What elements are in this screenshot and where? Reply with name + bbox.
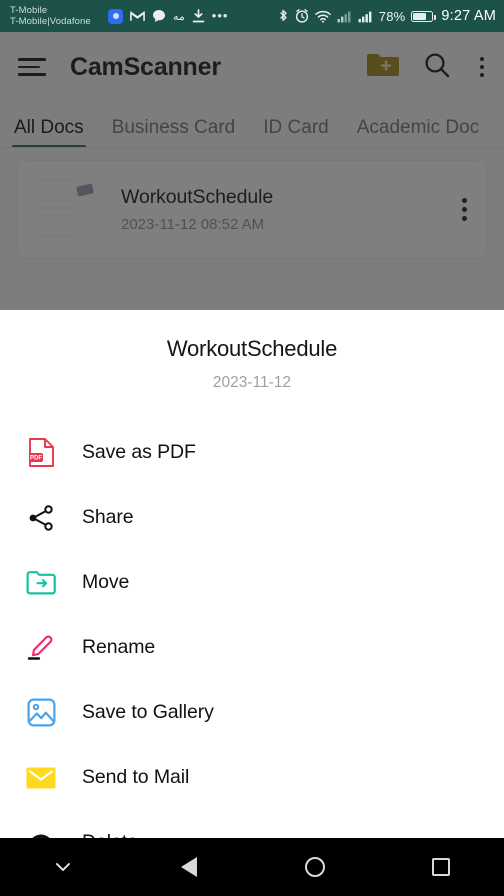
phone-screen: T-Mobile T-Mobile|Vodafone مه ••• 78% 9:…	[0, 0, 504, 896]
sheet-subtitle: 2023-11-12	[212, 374, 292, 391]
tab-label: All Docs	[14, 117, 84, 138]
envelope-mail-icon	[22, 761, 60, 795]
chevron-down-icon	[56, 863, 70, 871]
menu-item-save-to-gallery[interactable]: Save to Gallery	[0, 680, 504, 745]
document-thumbnail	[29, 173, 101, 245]
page-title: CamScanner	[70, 52, 221, 81]
tab-label: Business Card	[111, 117, 236, 138]
wifi-icon	[315, 10, 331, 23]
recents-button[interactable]	[378, 858, 504, 876]
home-button[interactable]	[252, 857, 378, 877]
document-overflow-icon[interactable]	[456, 192, 473, 227]
tab-all-docs[interactable]: All Docs	[12, 117, 86, 148]
home-circle-icon	[305, 857, 325, 877]
tab-bar: All Docs Business Card ID Card Academic …	[0, 102, 504, 148]
sheet-menu: PDF Save as PDF Share Move Rename Save t…	[0, 420, 504, 838]
share-icon	[22, 501, 60, 535]
arabic-app-icon: مه	[173, 10, 185, 23]
folder-plus-icon[interactable]	[366, 51, 400, 84]
document-datetime: 2023-11-12 08:52 AM	[121, 215, 265, 233]
menu-item-send-to-mail[interactable]: Send to Mail	[0, 745, 504, 810]
document-list: WorkoutSchedule 2023-11-12 08:52 AM	[0, 148, 504, 258]
menu-item-label: Send to Mail	[82, 766, 190, 788]
tab-label: Academic Doc	[356, 117, 480, 138]
document-row[interactable]: WorkoutSchedule 2023-11-12 08:52 AM	[16, 160, 488, 258]
menu-item-label: Save to Gallery	[82, 701, 214, 723]
trash-delete-icon	[22, 826, 60, 838]
back-button[interactable]	[126, 857, 252, 877]
app-content: CamScanner All Docs Business Card ID Car…	[0, 32, 504, 310]
system-navigation-bar	[0, 838, 504, 896]
tab-divider	[0, 147, 504, 148]
status-system-icons: 78% 9:27 AM	[278, 8, 496, 24]
menu-item-rename[interactable]: Rename	[0, 615, 504, 680]
menu-item-save-as-pdf[interactable]: PDF Save as PDF	[0, 420, 504, 485]
menu-item-label: Share	[82, 506, 134, 528]
menu-item-share[interactable]: Share	[0, 485, 504, 550]
overflow-menu-icon[interactable]	[474, 53, 491, 82]
document-meta: WorkoutSchedule 2023-11-12 08:52 AM	[121, 186, 273, 233]
more-status-icons: •••	[211, 8, 229, 23]
collapse-keyboard-button[interactable]	[0, 858, 126, 876]
menu-item-delete[interactable]: Delete	[0, 810, 504, 838]
tab-academic-doc[interactable]: Academic Doc	[357, 117, 480, 148]
carrier-label: T-Mobile T-Mobile|Vodafone	[10, 5, 102, 27]
battery-icon	[411, 10, 436, 22]
status-bar: T-Mobile T-Mobile|Vodafone مه ••• 78% 9:…	[0, 0, 504, 32]
carrier-line-2: T-Mobile|Vodafone	[10, 16, 91, 27]
menu-item-label: Save as PDF	[82, 441, 196, 463]
menu-item-label: Delete	[82, 831, 138, 838]
gmail-icon	[130, 10, 145, 22]
svg-text:PDF: PDF	[30, 456, 42, 462]
document-name: WorkoutSchedule	[121, 185, 274, 208]
back-triangle-icon	[181, 857, 197, 877]
sheet-title: WorkoutSchedule	[166, 336, 338, 361]
tab-label: ID Card	[263, 117, 329, 138]
image-gallery-icon	[22, 696, 60, 730]
action-bottom-sheet: WorkoutSchedule 2023-11-12 PDF Save as P…	[0, 310, 504, 838]
folder-move-icon	[22, 566, 60, 600]
battery-percent-label: 78%	[378, 8, 406, 24]
status-notification-icons: مه •••	[108, 8, 229, 24]
carrier-line-1: T-Mobile	[10, 5, 48, 16]
circle-badge-icon	[108, 8, 123, 24]
tab-id-card[interactable]: ID Card	[263, 117, 328, 148]
sheet-header: WorkoutSchedule 2023-11-12	[0, 310, 504, 392]
hamburger-icon[interactable]	[18, 56, 48, 78]
clock-label: 9:27 AM	[441, 8, 496, 24]
download-icon	[192, 9, 205, 23]
menu-item-label: Move	[82, 571, 130, 593]
search-icon[interactable]	[422, 50, 452, 85]
app-bar-actions	[366, 50, 491, 85]
app-bar: CamScanner	[0, 32, 504, 102]
alarm-icon	[295, 9, 309, 23]
tab-business-card[interactable]: Business Card	[112, 117, 236, 148]
pencil-edit-icon	[22, 631, 60, 665]
chat-bubble-icon	[152, 9, 166, 23]
pdf-file-icon: PDF	[22, 436, 60, 470]
signal-sim2-icon	[358, 10, 373, 23]
menu-item-label: Rename	[82, 636, 156, 658]
bluetooth-icon	[278, 9, 289, 24]
signal-sim1-icon	[337, 10, 352, 23]
menu-item-move[interactable]: Move	[0, 550, 504, 615]
recents-square-icon	[432, 858, 450, 876]
